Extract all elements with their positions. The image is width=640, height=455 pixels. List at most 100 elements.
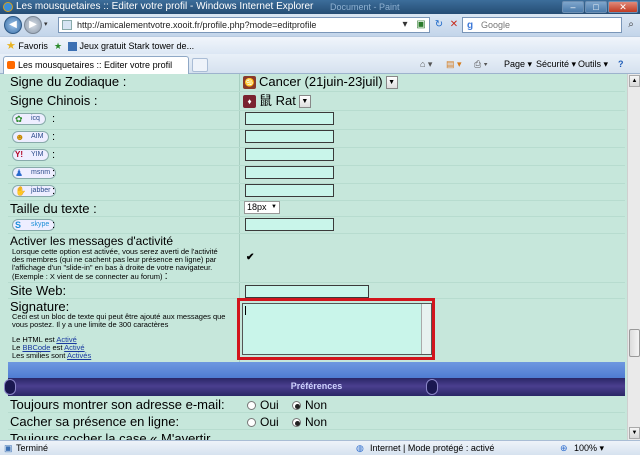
scroll-up-icon[interactable]: ▲	[629, 75, 640, 87]
background-window-title: Document - Paint	[330, 2, 400, 12]
url-dropdown-icon[interactable]: ▾	[398, 18, 412, 32]
tools-menu[interactable]: Outils ▾	[578, 59, 608, 70]
skype-input[interactable]	[245, 218, 334, 231]
status-text: Terminé	[16, 443, 49, 453]
notify-label: Toujours cocher la case « M'avertir	[10, 431, 211, 440]
favorite-link[interactable]: Jeux gratuit Stark tower de...	[68, 40, 194, 52]
crab-icon: ♋	[243, 76, 256, 90]
colon: :	[52, 167, 56, 179]
tab-bar: Les mousquetaires :: Editer votre profil…	[0, 54, 640, 74]
text-size-label: Taille du texte :	[10, 201, 97, 216]
msn-input[interactable]	[245, 166, 334, 179]
search-input[interactable]: g Google	[462, 17, 622, 33]
compat-view-icon[interactable]: ▣	[414, 18, 428, 32]
colon: :	[52, 149, 56, 161]
security-menu[interactable]: Sécurité ▾	[536, 59, 576, 70]
colon: :	[52, 113, 56, 125]
url-text: http://amicalementvotre.xooit.fr/profile…	[77, 20, 317, 30]
chinese-value: Rat	[275, 93, 296, 108]
chinese-glyph: 鼠	[259, 93, 273, 108]
back-button[interactable]: ◀	[4, 16, 22, 34]
show-email-no-radio[interactable]: Non	[292, 398, 327, 412]
google-icon: g	[467, 20, 474, 31]
minimize-button[interactable]: –	[562, 1, 584, 13]
security-zone[interactable]: Internet | Mode protégé : activé	[370, 441, 494, 455]
chevron-down-icon: ▼	[271, 204, 277, 210]
website-input[interactable]	[245, 285, 369, 298]
favorites-bar: ★ Favoris ★ Jeux gratuit Stark tower de.…	[0, 36, 640, 54]
new-tab-button[interactable]	[192, 58, 208, 72]
colon: :	[52, 185, 56, 197]
colon: :	[52, 219, 56, 231]
page-done-icon: ▣	[4, 443, 13, 453]
stop-icon[interactable]: ✕	[447, 18, 461, 32]
status-bar: ▣ Terminé ◍ Internet | Mode protégé : ac…	[0, 440, 640, 455]
scroll-down-icon[interactable]: ▼	[629, 427, 640, 439]
history-dropdown-icon[interactable]: ▾	[44, 20, 52, 30]
forward-button[interactable]: ▶	[24, 16, 42, 34]
aim-icon: ☻	[15, 132, 25, 142]
window-title: Les mousquetaires :: Editer votre profil…	[16, 1, 314, 12]
colon: :	[52, 131, 56, 143]
url-input[interactable]: http://amicalementvotre.xooit.fr/profile…	[58, 17, 430, 33]
refresh-icon[interactable]: ↻	[432, 18, 446, 32]
activity-description: l'affichage d'un "slide-in" en bas à dro…	[12, 263, 213, 272]
website-label: Site Web:	[10, 283, 67, 298]
radio-circle	[247, 401, 256, 411]
aim-badge: ☻ AIM	[12, 131, 50, 143]
show-email-yes-radio[interactable]: Oui	[247, 398, 279, 412]
favorites-button[interactable]: ★ Favoris	[6, 40, 48, 52]
jabber-input[interactable]	[245, 184, 334, 197]
aim-input[interactable]	[245, 130, 334, 143]
icq-input[interactable]	[245, 112, 334, 125]
address-toolbar: ◀ ▶ ▾ http://amicalementvotre.xooit.fr/p…	[0, 14, 640, 36]
hide-presence-yes-radio[interactable]: Oui	[247, 415, 279, 429]
chevron-down-icon: ▼	[385, 76, 398, 90]
text-size-select[interactable]: 18px ▼	[244, 201, 280, 214]
yim-input[interactable]	[245, 148, 334, 161]
activity-checkbox[interactable]: ✔	[246, 252, 254, 263]
zoom-icon: ⊕	[560, 443, 568, 453]
msn-icon: ♟	[15, 168, 24, 178]
zoom-level[interactable]: 100% ▾	[574, 441, 604, 455]
globe-icon: ◍	[356, 443, 364, 453]
chinese-sign-select[interactable]: ♦ 鼠 Rat ▼	[243, 93, 311, 109]
rat-icon: ♦	[243, 95, 256, 109]
maximize-button[interactable]: □	[585, 1, 607, 13]
help-menu[interactable]: ?	[618, 59, 624, 69]
activity-example: (Exemple : X vient de se connecter au fo…	[12, 270, 168, 282]
chevron-down-icon: ▼	[298, 95, 311, 109]
home-icon[interactable]: ⌂ ▾	[420, 59, 432, 70]
page-menu[interactable]: Page ▾	[504, 59, 532, 70]
jabber-badge: ✋ jabber	[12, 185, 57, 197]
row-divider	[8, 282, 625, 283]
page-content: Signe du Zodiaque : ♋ Cancer (21juin-23ju…	[0, 74, 627, 440]
page-icon	[62, 20, 72, 30]
highlight-box	[237, 298, 435, 360]
zodiac-value: Cancer (21juin-23juil)	[259, 74, 383, 89]
icq-badge: ✿ icq	[12, 113, 46, 125]
close-button[interactable]: ✕	[608, 1, 638, 13]
preferences-title: Préférences	[290, 381, 343, 391]
add-favorite-icon[interactable]: ★	[54, 40, 62, 52]
activity-label: Activer les messages d'activité	[10, 234, 174, 248]
skype-badge: Sskype	[12, 219, 56, 231]
scroll-thumb[interactable]	[629, 329, 640, 357]
yahoo-icon: Y!	[15, 150, 23, 159]
hide-presence-no-radio[interactable]: Non	[292, 415, 327, 429]
row-divider	[8, 216, 625, 217]
ie-logo-icon	[3, 2, 13, 12]
site-icon	[68, 42, 77, 52]
window-title-bar[interactable]: Les mousquetaires :: Editer votre profil…	[0, 0, 640, 14]
section-separator	[8, 362, 625, 378]
chinese-sign-label: Signe Chinois :	[10, 93, 98, 108]
skype-icon: S	[15, 220, 22, 230]
signature-description: vous postez. Il y a une limite de 300 ca…	[12, 320, 169, 329]
page-scrollbar[interactable]: ▲ ▼	[627, 74, 640, 440]
search-button[interactable]: ⌕	[624, 17, 638, 33]
print-icon[interactable]: ⎙ ▾	[474, 59, 487, 70]
feeds-icon[interactable]: ▤ ▾	[446, 59, 462, 70]
smilies-status-link[interactable]: Activés	[67, 351, 91, 360]
zodiac-select[interactable]: ♋ Cancer (21juin-23juil) ▼	[243, 74, 398, 90]
tab-active[interactable]: Les mousquetaires :: Editer votre profil	[3, 56, 189, 74]
